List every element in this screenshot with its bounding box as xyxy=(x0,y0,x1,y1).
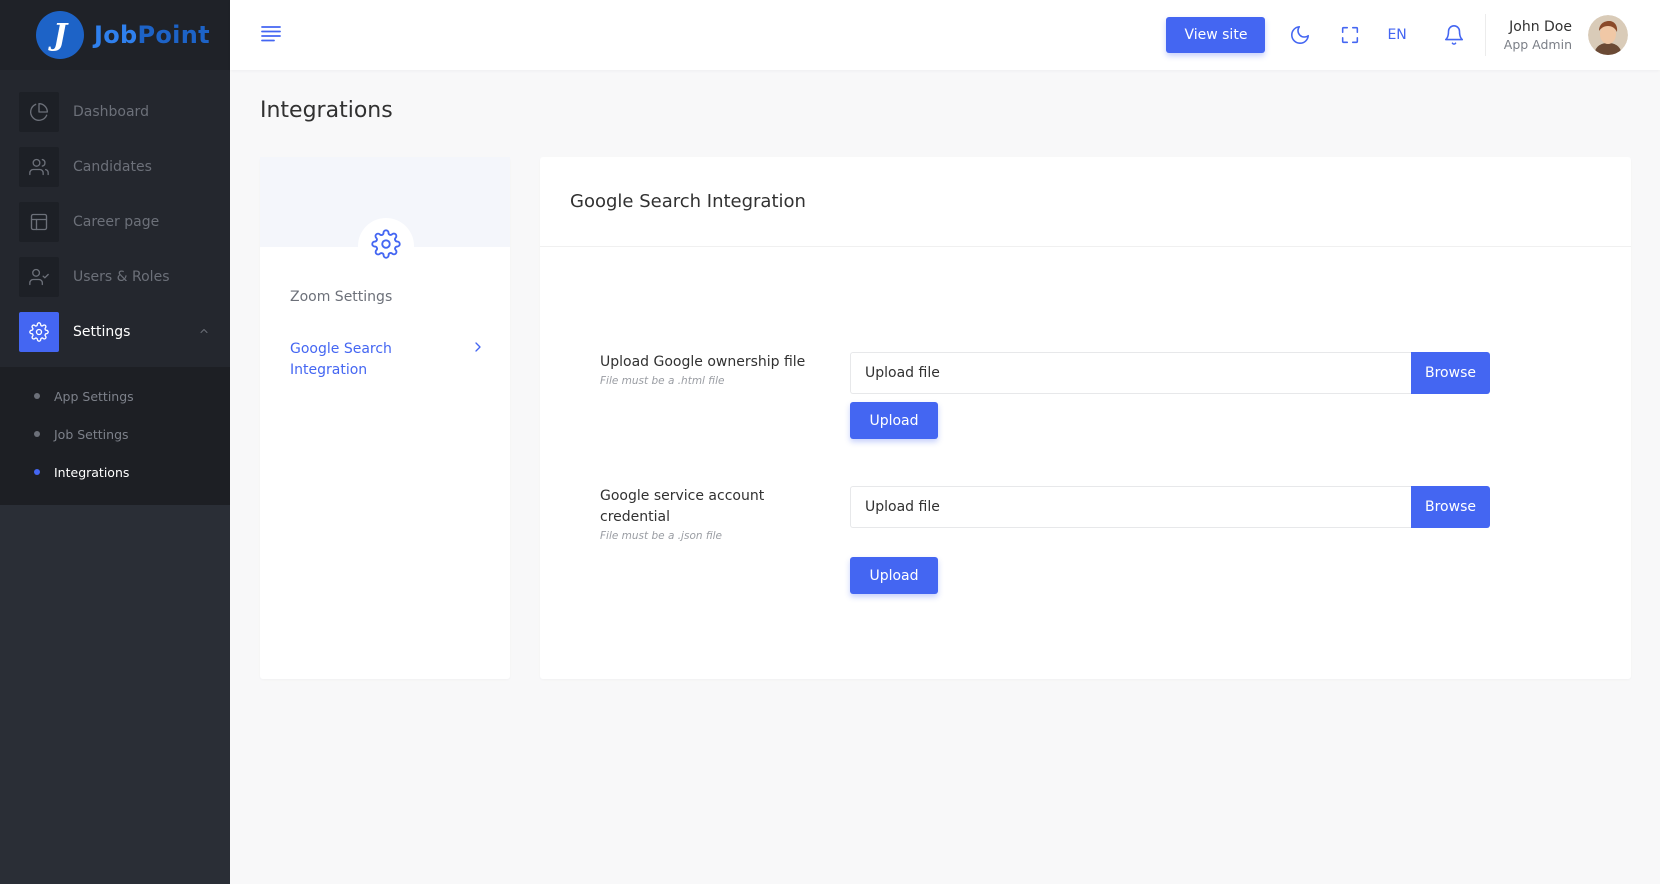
service-credential-input[interactable]: Upload file xyxy=(850,486,1411,528)
sidebar-item-label: Users & Roles xyxy=(73,268,170,285)
card-title: Google Search Integration xyxy=(570,191,806,212)
users-icon xyxy=(19,146,59,187)
brand-name: JobPoint xyxy=(94,21,210,49)
pie-chart-icon xyxy=(19,91,59,132)
layout-icon xyxy=(19,201,59,242)
top-bar: View site EN John Doe App Admin xyxy=(230,0,1660,70)
submenu-item-label: Integrations xyxy=(54,464,130,480)
browse-button[interactable]: Browse xyxy=(1411,486,1490,528)
gear-icon xyxy=(371,229,401,263)
sidebar-item-users-roles[interactable]: Users & Roles xyxy=(0,249,230,304)
moon-icon[interactable] xyxy=(1289,24,1311,46)
bullet-dot xyxy=(34,393,40,399)
browse-button[interactable]: Browse xyxy=(1411,352,1490,394)
sidebar-item-label: Dashboard xyxy=(73,103,149,120)
sidebar-item-label: Career page xyxy=(73,213,160,230)
bell-icon[interactable] xyxy=(1443,24,1465,46)
settings-badge xyxy=(358,218,414,274)
ownership-file-input-group: Upload file Browse xyxy=(850,352,1490,394)
sidebar-item-label: Settings xyxy=(73,323,131,340)
user-info[interactable]: John Doe App Admin xyxy=(1504,19,1572,52)
settings-nav-zoom[interactable]: Zoom Settings xyxy=(290,287,486,308)
settings-submenu: App Settings Job Settings Integrations xyxy=(0,367,230,505)
user-check-icon xyxy=(19,256,59,297)
header-divider xyxy=(1484,14,1486,56)
brand-name-part-2: Point xyxy=(137,21,210,49)
integration-card: Google Search Integration Upload Google … xyxy=(540,157,1631,679)
chevron-right-icon xyxy=(470,339,486,362)
submenu-item-job-settings[interactable]: Job Settings xyxy=(0,415,230,453)
logo-mark: J xyxy=(36,11,84,59)
bullet-dot xyxy=(34,431,40,437)
avatar[interactable] xyxy=(1588,15,1628,55)
settings-nav-label: Google Search Integration xyxy=(290,341,392,378)
sidebar-item-candidates[interactable]: Candidates xyxy=(0,139,230,194)
sidebar-item-dashboard[interactable]: Dashboard xyxy=(0,84,230,139)
sidebar-item-label: Candidates xyxy=(73,158,152,175)
menu-toggle-icon[interactable] xyxy=(260,24,282,46)
sidebar-menu: Dashboard Candidates Career page Users &… xyxy=(0,70,230,367)
submenu-item-label: Job Settings xyxy=(54,426,129,442)
top-right-controls: View site EN John Doe App Admin xyxy=(1166,0,1660,70)
sidebar: J JobPoint Dashboard Candidates Career p… xyxy=(0,0,230,884)
user-name: John Doe xyxy=(1509,18,1572,35)
service-credential-input-group: Upload file Browse xyxy=(850,486,1490,528)
field-hint: File must be a .json file xyxy=(600,530,723,542)
ownership-file-input[interactable]: Upload file xyxy=(850,352,1411,394)
brand-name-part-1: Job xyxy=(94,21,138,49)
settings-nav-list: Zoom Settings Google Search Integration xyxy=(290,287,486,381)
submenu-item-app-settings[interactable]: App Settings xyxy=(0,377,230,415)
field-label-text: Upload Google ownership file xyxy=(600,354,806,370)
brand-logo[interactable]: J JobPoint xyxy=(0,0,230,70)
gear-icon xyxy=(19,311,59,352)
bullet-dot xyxy=(34,469,40,475)
user-role: App Admin xyxy=(1503,36,1572,52)
sidebar-item-settings[interactable]: Settings xyxy=(0,304,230,359)
sidebar-item-career-page[interactable]: Career page xyxy=(0,194,230,249)
language-selector[interactable]: EN xyxy=(1387,27,1406,43)
ownership-file-label: Upload Google ownership file File must b… xyxy=(600,352,820,388)
upload-button[interactable]: Upload xyxy=(850,557,938,594)
page-title: Integrations xyxy=(260,98,393,123)
submenu-item-integrations[interactable]: Integrations xyxy=(0,453,230,491)
settings-nav-google-search[interactable]: Google Search Integration xyxy=(290,339,486,381)
fullscreen-icon[interactable] xyxy=(1339,24,1361,46)
chevron-up-icon[interactable] xyxy=(198,322,210,341)
settings-nav-card: Zoom Settings Google Search Integration xyxy=(260,157,510,679)
card-header: Google Search Integration xyxy=(540,157,1631,247)
upload-button[interactable]: Upload xyxy=(850,402,938,439)
submenu-item-label: App Settings xyxy=(54,388,134,404)
view-site-button[interactable]: View site xyxy=(1166,17,1266,53)
field-label-text: Google service account credential xyxy=(600,488,765,525)
field-hint: File must be a .html file xyxy=(600,375,725,387)
service-credential-label: Google service account credential File m… xyxy=(600,486,820,543)
